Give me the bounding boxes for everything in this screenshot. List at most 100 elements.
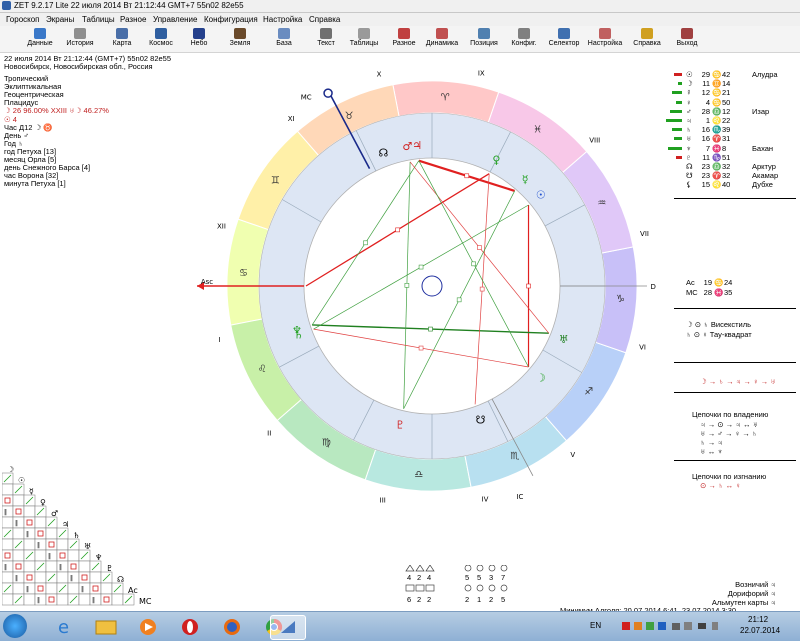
toolbar-button-12[interactable]: Конфиг. bbox=[502, 27, 546, 51]
angle-label: MC bbox=[686, 288, 698, 297]
info-line: ☽ 26 96.00% XXIII ♅☽ 46.27% bbox=[4, 106, 109, 116]
grid-aspect-mark: ‖ bbox=[26, 531, 29, 538]
position-sign: ♓ bbox=[712, 143, 722, 153]
position-deg: 15 bbox=[701, 180, 710, 190]
toolbar-icon bbox=[478, 28, 490, 39]
toolbar-button-4[interactable]: Небо bbox=[177, 27, 221, 51]
toolbar-icon bbox=[34, 28, 46, 39]
planet-glyph[interactable]: ♇ bbox=[395, 418, 405, 431]
house-number: V bbox=[570, 451, 575, 459]
menu-config[interactable]: Конфигурация bbox=[204, 15, 258, 24]
grid-cell bbox=[67, 560, 80, 573]
house-number: VII bbox=[640, 230, 649, 238]
grid-cell bbox=[12, 505, 25, 518]
dignity-bar bbox=[674, 73, 682, 76]
taskbar-firefox-icon[interactable] bbox=[212, 615, 252, 638]
taskbar-zet-icon[interactable] bbox=[270, 615, 306, 640]
chains-exile-title: Цепочки по изгнанию bbox=[692, 472, 767, 481]
angle-deg: 28 bbox=[703, 288, 712, 297]
grid-cell bbox=[111, 593, 124, 606]
position-deg: 7 bbox=[705, 143, 710, 153]
planet-glyph[interactable]: ☊ bbox=[379, 147, 389, 160]
toolbar-button-2[interactable]: Карта bbox=[100, 27, 144, 51]
menu-screens[interactable]: Экраны bbox=[46, 15, 74, 24]
toolbar-button-1[interactable]: История bbox=[58, 27, 102, 51]
grid-cell bbox=[12, 494, 25, 507]
taskbar-opera-icon[interactable] bbox=[170, 615, 210, 638]
mc-icon bbox=[323, 88, 333, 98]
grid-cell bbox=[56, 571, 69, 584]
grid-cell bbox=[45, 593, 58, 606]
grid-glyph: ♃ bbox=[62, 520, 69, 529]
planet-glyph[interactable]: ♅ bbox=[559, 333, 569, 346]
grid-glyph: ☽ bbox=[7, 465, 14, 474]
dignity-bar bbox=[668, 146, 682, 150]
position-glyph: ☽ bbox=[686, 79, 693, 89]
toolbar-icon bbox=[681, 28, 693, 39]
planet-glyph[interactable]: ☽ bbox=[536, 371, 546, 384]
language-indicator[interactable]: EN bbox=[590, 621, 601, 630]
toolbar-button-0[interactable]: Данные bbox=[18, 27, 62, 51]
chain-own-line: ♃ → ⊙ → ♃ ↔ ♅ bbox=[700, 420, 759, 429]
planet-glyph[interactable]: ☿ bbox=[522, 173, 529, 186]
menu-horoscope[interactable]: Гороскоп bbox=[6, 15, 40, 24]
aspect-grid: ☽ ☉ ☿ ♀ ♂ ‖ ♃ ‖ ♄ ‖ ♅ ‖ ♆ ‖ ♇ ‖ ‖ ☊ ‖ ‖ Ac ‖ ‖ MC ‖ ‖ bbox=[2, 465, 152, 606]
toolbar-button-15[interactable]: Справка bbox=[625, 27, 669, 51]
clock-time: 21:12 bbox=[748, 615, 769, 624]
toolbar-button-5[interactable]: Земля bbox=[218, 27, 262, 51]
toolbar-button-11[interactable]: Позиция bbox=[462, 27, 506, 51]
planet-glyph[interactable]: ♃ bbox=[412, 139, 422, 152]
grid-cell bbox=[56, 593, 69, 606]
toolbar-icon bbox=[320, 28, 332, 39]
toolbar-button-14[interactable]: Настройка bbox=[583, 27, 627, 51]
position-min: 40 bbox=[722, 180, 731, 190]
planet-glyph[interactable]: ♆ bbox=[292, 324, 302, 337]
position-deg: 12 bbox=[701, 88, 710, 98]
toolbar-label: История bbox=[66, 40, 94, 47]
taskbar-explorer-icon[interactable] bbox=[86, 615, 126, 638]
position-glyph: ♅ bbox=[686, 134, 692, 144]
position-glyph: ♄ bbox=[686, 125, 692, 135]
info-line: Новосибирск, Новосибирская обл., Россия bbox=[4, 62, 153, 71]
menu-control[interactable]: Управление bbox=[153, 15, 197, 24]
toolbar-button-8[interactable]: Таблицы bbox=[342, 27, 386, 51]
chain-own-line: ♄ → ♃ bbox=[700, 438, 723, 447]
house-number: II bbox=[267, 430, 271, 438]
grid-cell bbox=[2, 549, 14, 562]
toolbar-icon bbox=[74, 28, 86, 39]
grid-cell bbox=[23, 571, 36, 584]
position-deg: 23 bbox=[701, 162, 710, 171]
planet-glyph[interactable]: ☋ bbox=[476, 413, 486, 426]
divider bbox=[674, 362, 796, 363]
taskbar-media-icon[interactable] bbox=[128, 615, 168, 638]
aspect-marker bbox=[428, 326, 433, 332]
toolbar-icon bbox=[358, 28, 370, 39]
house-number: IX bbox=[478, 70, 485, 78]
chart-wheel[interactable]: ♈♉♊♋♌♍♎♏♐♑♒♓IIIIII IVVVIVIIVIIIIXXXIXIIAs… bbox=[196, 66, 656, 506]
window-title: ZET 9.2.17 Lite 22 июля 2014 Вт 21:12:44… bbox=[14, 1, 244, 10]
planet-glyph[interactable]: ♀ bbox=[492, 153, 500, 166]
grid-cell bbox=[100, 582, 113, 595]
menu-tables[interactable]: Таблицы bbox=[82, 15, 115, 24]
menu-help[interactable]: Справка bbox=[309, 15, 340, 24]
taskbar-ie-icon[interactable]: e bbox=[44, 615, 84, 638]
menu-misc[interactable]: Разное bbox=[120, 15, 146, 24]
menu-settings[interactable]: Настройка bbox=[263, 15, 302, 24]
start-button[interactable] bbox=[3, 614, 27, 638]
grid-cell bbox=[45, 560, 58, 573]
planet-glyph[interactable]: ☉ bbox=[536, 189, 546, 202]
toolbar-icon bbox=[436, 28, 448, 39]
house-number: X bbox=[377, 71, 382, 79]
planet-glyph[interactable]: ♂ bbox=[402, 140, 412, 153]
grid-cell bbox=[56, 549, 69, 562]
toolbar-button-10[interactable]: Динамика bbox=[420, 27, 464, 51]
toolbar-button-16[interactable]: Выход bbox=[665, 27, 709, 51]
toolbar-label: Таблицы bbox=[349, 40, 379, 47]
toolbar-button-6[interactable]: База bbox=[262, 27, 306, 51]
position-min: 32 bbox=[722, 162, 731, 171]
toolbar-button-13[interactable]: Селектор bbox=[542, 27, 586, 51]
toolbar-label: База bbox=[276, 40, 292, 47]
grid-glyph: ☿ bbox=[29, 487, 34, 496]
grid-aspect-mark: ‖ bbox=[15, 520, 18, 527]
position-sign: ♋ bbox=[712, 70, 722, 79]
